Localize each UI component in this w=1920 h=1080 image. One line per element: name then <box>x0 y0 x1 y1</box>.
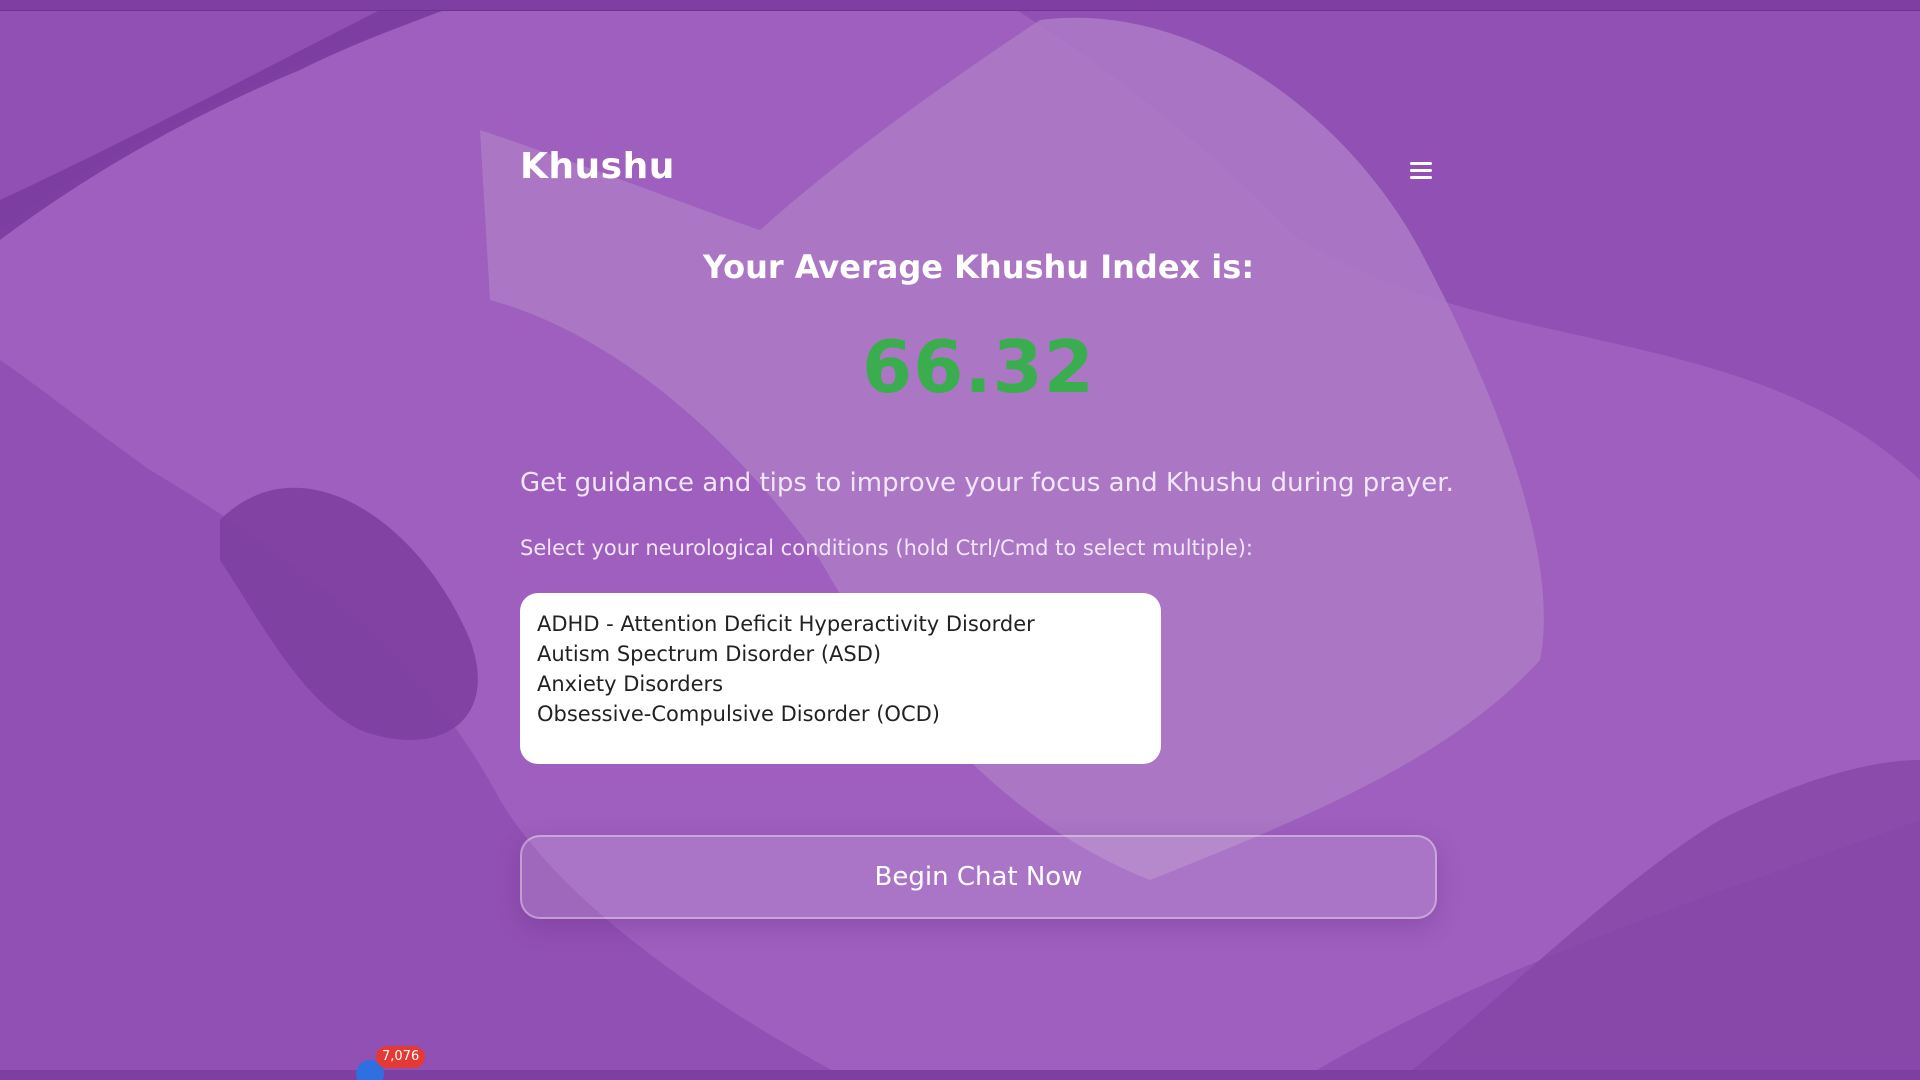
brand-logo[interactable]: Khushu <box>520 146 675 187</box>
condition-option-asd[interactable]: Autism Spectrum Disorder (ASD) <box>537 639 1144 669</box>
khushu-score: 66.32 <box>862 325 1095 409</box>
conditions-multiselect[interactable]: ADHD - Attention Deficit Hyperactivity D… <box>520 593 1161 764</box>
condition-option-anxiety[interactable]: Anxiety Disorders <box>537 669 1144 699</box>
conditions-select-label: Select your neurological conditions (hol… <box>520 536 1254 560</box>
notification-widget[interactable]: 7,076 <box>356 1046 426 1080</box>
hamburger-menu-icon[interactable] <box>1410 162 1432 184</box>
notification-count-badge: 7,076 <box>376 1046 426 1068</box>
condition-option-ocd[interactable]: Obsessive-Compulsive Disorder (OCD) <box>537 699 1144 729</box>
begin-chat-button[interactable]: Begin Chat Now <box>520 835 1437 919</box>
guidance-tagline: Get guidance and tips to improve your fo… <box>520 468 1454 498</box>
index-heading: Your Average Khushu Index is: <box>702 248 1255 286</box>
main-content: Khushu Your Average Khushu Index is: 66.… <box>520 0 1454 1080</box>
condition-option-adhd[interactable]: ADHD - Attention Deficit Hyperactivity D… <box>537 609 1144 639</box>
